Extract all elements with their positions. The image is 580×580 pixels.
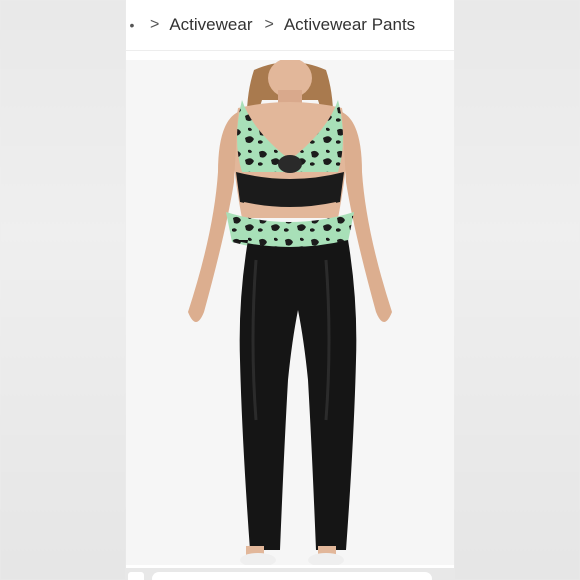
- model-illustration: [188, 58, 392, 567]
- breadcrumb-item-activewear-pants[interactable]: Activewear Pants: [284, 15, 415, 35]
- chevron-right-icon: >: [150, 16, 160, 33]
- blurred-background-right: [454, 0, 580, 580]
- blurred-background-left: [0, 0, 126, 580]
- breadcrumb-dot: •: [129, 17, 135, 33]
- bottom-control[interactable]: [128, 572, 144, 580]
- breadcrumb: • > Activewear > Activewear Pants: [126, 0, 454, 51]
- product-photo[interactable]: [126, 58, 454, 567]
- bottom-input[interactable]: [152, 572, 432, 580]
- chevron-right-icon: >: [264, 16, 274, 33]
- listing-panel: • > Activewear > Activewear Pants: [126, 0, 454, 580]
- breadcrumb-item-activewear[interactable]: Activewear: [169, 15, 252, 35]
